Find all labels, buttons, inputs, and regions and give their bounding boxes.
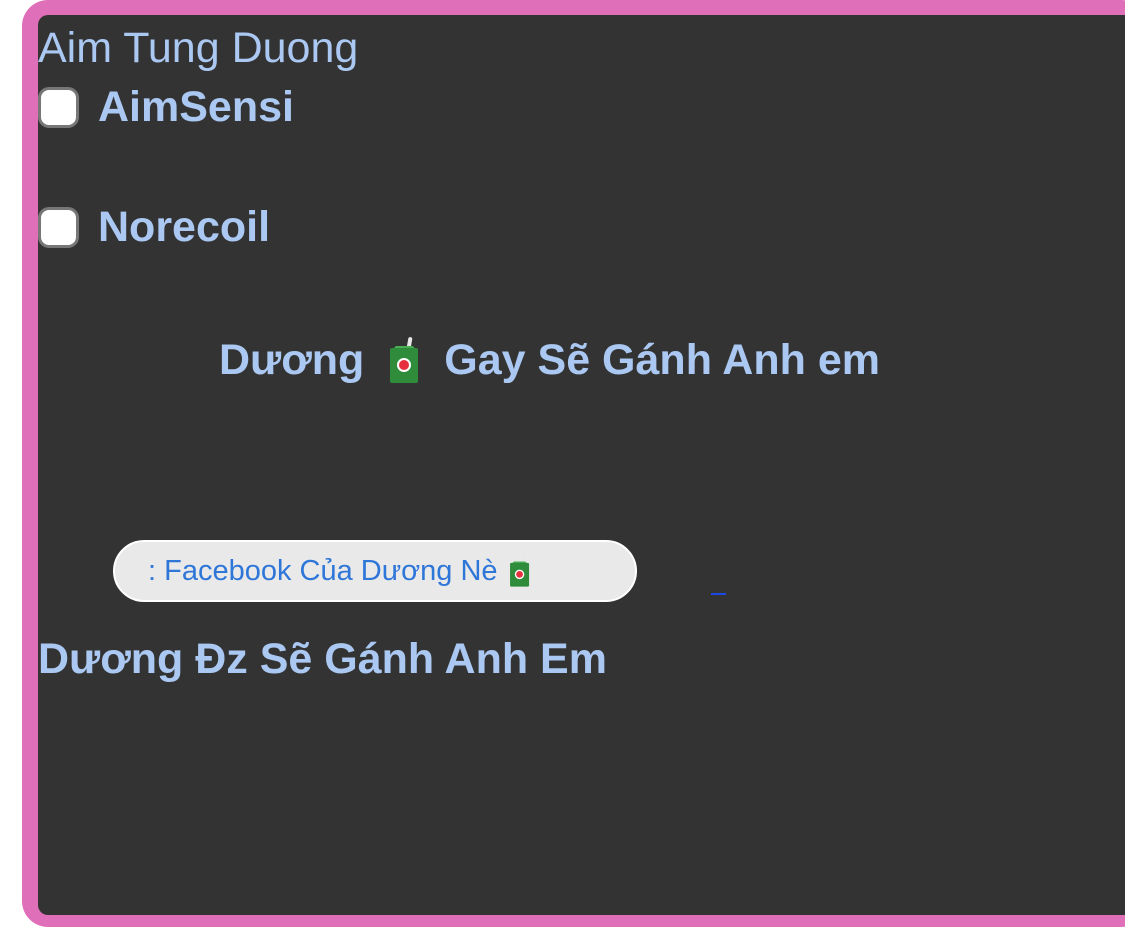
norecoil-checkbox[interactable] bbox=[38, 206, 79, 248]
apple-icon-part bbox=[514, 569, 524, 580]
headline: Dương Gay Sẽ Gánh Anh em bbox=[219, 334, 880, 386]
juice-box-icon bbox=[508, 555, 531, 587]
headline-right-text: Gay Sẽ Gánh Anh em bbox=[444, 336, 880, 384]
headline-left-text: Dương bbox=[219, 336, 365, 384]
footer-line: Dương Đz Sẽ Gánh Anh Em bbox=[38, 635, 607, 683]
aimsensi-label: AimSensi bbox=[98, 83, 294, 131]
facebook-link-label: : Facebook Của Dương Nè bbox=[148, 555, 498, 587]
aimsensi-option[interactable]: AimSensi bbox=[38, 83, 294, 131]
norecoil-option[interactable]: Norecoil bbox=[38, 203, 270, 251]
norecoil-label: Norecoil bbox=[98, 203, 271, 251]
dark-panel: Aim Tung Duong AimSensi Norecoil Dương G… bbox=[38, 15, 1125, 915]
app-title: Aim Tung Duong bbox=[38, 24, 359, 72]
blank-link[interactable] bbox=[711, 593, 726, 595]
aimsensi-checkbox[interactable] bbox=[38, 86, 79, 128]
facebook-link-button[interactable]: : Facebook Của Dương Nè bbox=[113, 540, 637, 602]
juice-box-icon bbox=[387, 336, 421, 383]
